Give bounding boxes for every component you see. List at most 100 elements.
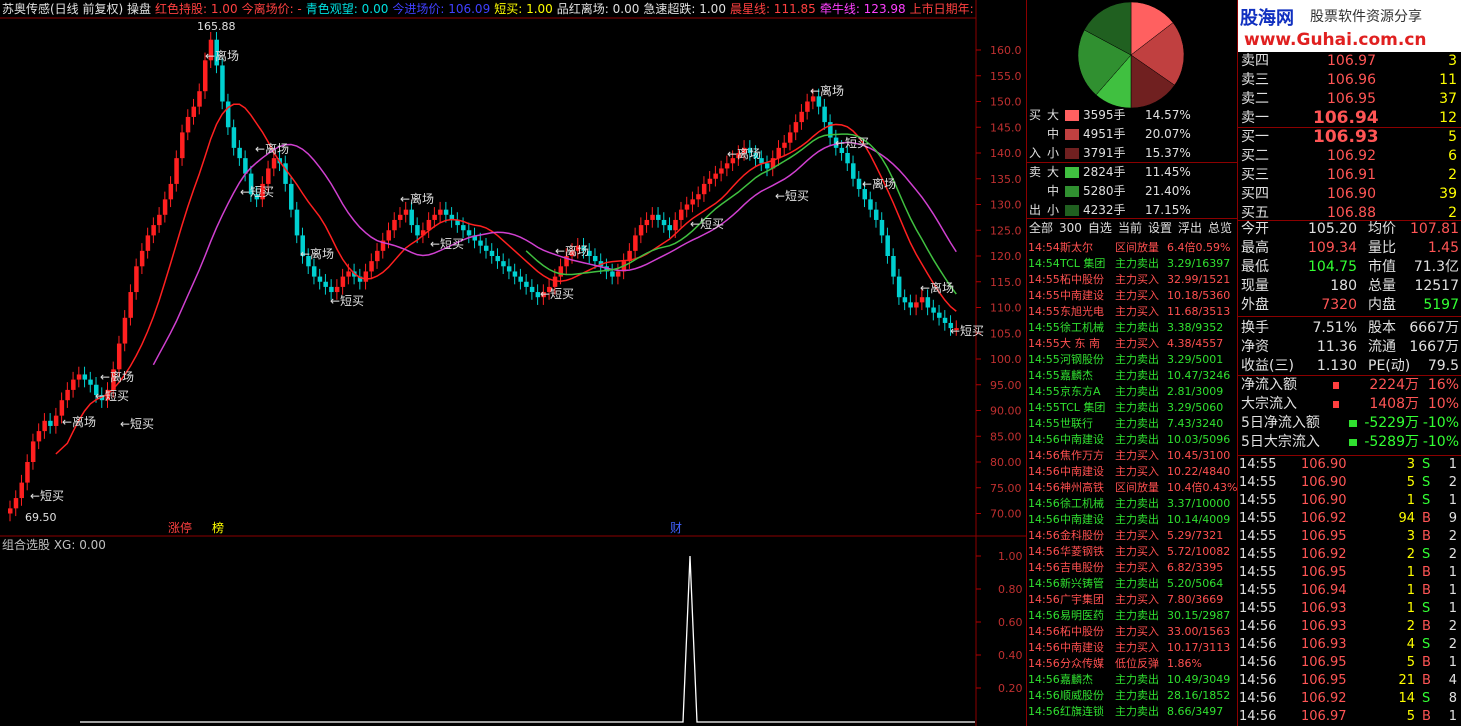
candle-body bbox=[145, 235, 151, 251]
news-row[interactable]: 14:56 柘中股份 主力买入 33.00/1563 bbox=[1027, 624, 1237, 640]
tick-side: B bbox=[1422, 655, 1431, 670]
news-row[interactable]: 14:55 京东方A 主力卖出 2.81/3009 bbox=[1027, 384, 1237, 400]
news-row[interactable]: 14:54 斯太尔 区间放量 6.4倍0.59% bbox=[1027, 240, 1237, 256]
capital-flow-bar bbox=[1333, 382, 1339, 389]
news-stock: 广宇集团 bbox=[1060, 593, 1104, 606]
tick-time: 14:56 bbox=[1239, 691, 1277, 706]
candle-body bbox=[323, 281, 328, 287]
candle-body bbox=[719, 168, 724, 174]
candle-body bbox=[180, 132, 185, 159]
tick-count: 4 bbox=[1448, 673, 1457, 688]
news-value: 28.16/1852 bbox=[1167, 689, 1231, 702]
tick-count: 2 bbox=[1448, 619, 1457, 634]
tick-price: 106.90 bbox=[1301, 475, 1347, 490]
candle-body bbox=[524, 281, 529, 287]
news-row[interactable]: 14:55 嘉麟杰 主力卖出 10.47/3246 bbox=[1027, 368, 1237, 384]
stat-label: 流通 bbox=[1368, 339, 1396, 355]
news-tabs[interactable]: 全部 300 自选 当前 设置 浮出 总览 bbox=[1029, 219, 1238, 238]
bid-label: 买二 bbox=[1241, 148, 1269, 164]
exit-signal-label: ←离场 bbox=[62, 414, 96, 429]
tick-time: 14:55 bbox=[1239, 601, 1277, 616]
news-tab[interactable]: 设置 bbox=[1148, 221, 1172, 235]
candle-body bbox=[610, 271, 615, 277]
kline-svg[interactable]: 160.0 155.0 150.0 145.0 140.0 135.0 130.0 125.0… bbox=[0, 0, 1026, 726]
tick-count: 1 bbox=[1448, 709, 1457, 724]
candle-body bbox=[615, 271, 621, 277]
news-tab[interactable]: 全部 bbox=[1029, 221, 1053, 235]
news-row[interactable]: 14:56 中南建设 主力卖出 10.03/5096 bbox=[1027, 432, 1237, 448]
news-row[interactable]: 14:56 红旗连锁 主力卖出 8.66/3497 bbox=[1027, 704, 1237, 720]
price-tick-label: 130.0 bbox=[990, 199, 1022, 212]
price-tick-label: 110.0 bbox=[990, 302, 1022, 315]
candle-body bbox=[139, 250, 145, 267]
candle-body bbox=[363, 271, 369, 282]
news-row[interactable]: 14:56 徐工机械 主力卖出 3.37/10000 bbox=[1027, 496, 1237, 512]
news-row[interactable]: 14:55 大 东 南 主力买入 4.38/4557 bbox=[1027, 336, 1237, 352]
news-action: 低位反弹 bbox=[1115, 657, 1159, 670]
news-tab[interactable]: 总览 bbox=[1208, 221, 1232, 235]
news-value: 11.68/3513 bbox=[1167, 305, 1231, 318]
short-buy-label: ←短买 bbox=[95, 389, 129, 403]
stat-value: 11.36 bbox=[1316, 339, 1357, 355]
limit-up-tag: 涨停 bbox=[168, 520, 192, 535]
sub-tick-label: 1.00 bbox=[998, 550, 1023, 563]
news-row[interactable]: 14:56 焦作万方 主力买入 10.45/3100 bbox=[1027, 448, 1237, 464]
tick-side: B bbox=[1422, 565, 1431, 580]
sub-indicator-header: 组合选股 XG: 0.00 bbox=[2, 538, 106, 552]
news-row[interactable]: 14:55 河钢股份 主力卖出 3.29/5001 bbox=[1027, 352, 1237, 368]
news-row[interactable]: 14:56 易明医药 主力卖出 30.15/2987 bbox=[1027, 608, 1237, 624]
news-row[interactable]: 14:56 金科股份 主力买入 5.29/7321 bbox=[1027, 528, 1237, 544]
candle-body bbox=[873, 209, 879, 220]
news-tab[interactable]: 当前 bbox=[1118, 221, 1142, 235]
news-value: 10.45/3100 bbox=[1167, 449, 1231, 462]
candle-body bbox=[701, 183, 707, 195]
news-tab[interactable]: 300 bbox=[1059, 221, 1082, 235]
candle-body bbox=[329, 286, 334, 293]
news-row[interactable]: 14:56 神州高铁 区间放量 10.4倍0.43% bbox=[1027, 480, 1237, 496]
tick-time: 14:55 bbox=[1239, 583, 1277, 598]
tick-time: 14:55 bbox=[1239, 493, 1277, 508]
price-tick-label: 150.0 bbox=[990, 96, 1022, 109]
news-tab[interactable]: 浮出 bbox=[1178, 221, 1202, 235]
news-row[interactable]: 14:56 吉电股份 主力买入 6.82/3395 bbox=[1027, 560, 1237, 576]
tick-side: B bbox=[1422, 511, 1431, 526]
news-row[interactable]: 14:55 中南建设 主力买入 10.18/5360 bbox=[1027, 288, 1237, 304]
news-row[interactable]: 14:56 顺威股份 主力卖出 28.16/1852 bbox=[1027, 688, 1237, 704]
candle-body bbox=[667, 225, 673, 231]
news-row[interactable]: 14:56 分众传媒 低位反弹 1.86% bbox=[1027, 656, 1237, 672]
candle-body bbox=[266, 168, 271, 184]
news-row[interactable]: 14:55 世联行 主力卖出 7.43/3240 bbox=[1027, 416, 1237, 432]
news-row[interactable]: 14:56 中南建设 主力买入 10.22/4840 bbox=[1027, 464, 1237, 480]
news-stock: 华菱钢铁 bbox=[1060, 545, 1104, 558]
news-time: 14:56 bbox=[1028, 481, 1060, 494]
news-row[interactable]: 14:55 柘中股份 主力买入 32.99/1521 bbox=[1027, 272, 1237, 288]
news-row[interactable]: 14:54 TCL 集团 主力卖出 3.29/16397 bbox=[1027, 256, 1237, 272]
news-time: 14:56 bbox=[1028, 593, 1060, 606]
news-row[interactable]: 14:56 华菱钢铁 主力买入 5.72/10082 bbox=[1027, 544, 1237, 560]
stat-label: 市值 bbox=[1368, 259, 1396, 275]
news-value: 10.14/4009 bbox=[1167, 513, 1231, 526]
news-time: 14:56 bbox=[1028, 497, 1060, 510]
stat-label: 收益(三) bbox=[1241, 358, 1294, 374]
news-row[interactable]: 14:56 中南建设 主力买入 10.17/3113 bbox=[1027, 640, 1237, 656]
news-tab[interactable]: 自选 bbox=[1088, 221, 1112, 235]
flow-volume: 3595手 bbox=[1083, 108, 1126, 122]
news-row[interactable]: 14:56 广宇集团 主力买入 7.80/3669 bbox=[1027, 592, 1237, 608]
logo-subtitle: 股票软件资源分享 bbox=[1310, 9, 1422, 25]
kline-chart-area[interactable]: 苏奥传感(日线 前复权) 操盘 红色持股: 1.00 今离场价: - 青色观望: 0.… bbox=[0, 0, 1026, 726]
ask-price: 106.97 bbox=[1327, 53, 1376, 69]
candle-body bbox=[942, 317, 948, 323]
low-price-label: 69.50 bbox=[25, 511, 57, 524]
news-row[interactable]: 14:56 新兴铸管 主力卖出 5.20/5064 bbox=[1027, 576, 1237, 592]
news-row[interactable]: 14:55 TCL 集团 主力卖出 3.29/5060 bbox=[1027, 400, 1237, 416]
news-row[interactable]: 14:56 中南建设 主力卖出 10.14/4009 bbox=[1027, 512, 1237, 528]
candle-body bbox=[71, 379, 76, 390]
news-row[interactable]: 14:55 徐工机械 主力卖出 3.38/9352 bbox=[1027, 320, 1237, 336]
quote-divider bbox=[1237, 316, 1461, 317]
news-row[interactable]: 14:56 嘉麟杰 主力卖出 10.49/3049 bbox=[1027, 672, 1237, 688]
price-tick-label: 105.0 bbox=[990, 327, 1022, 340]
news-row[interactable]: 14:55 东旭光电 主力买入 11.68/3513 bbox=[1027, 304, 1237, 320]
news-value: 33.00/1563 bbox=[1167, 625, 1231, 638]
short-buy-label: ←短买 bbox=[240, 185, 274, 199]
money-flow-pie bbox=[1077, 1, 1185, 108]
